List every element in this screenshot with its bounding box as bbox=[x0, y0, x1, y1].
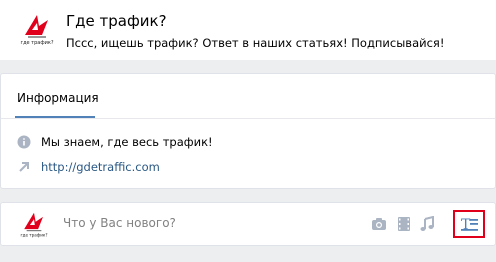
group-header: где трафик? Где трафик? Пссс, ищешь траф… bbox=[0, 0, 496, 60]
tab-information[interactable]: Информация bbox=[17, 91, 99, 105]
post-input[interactable]: Что у Вас нового? bbox=[63, 216, 176, 230]
tab-active-indicator bbox=[15, 116, 95, 118]
camera-icon[interactable] bbox=[371, 216, 387, 232]
article-icon: T bbox=[455, 217, 483, 239]
group-logo[interactable]: где трафик? bbox=[15, 8, 59, 52]
article-button[interactable]: T bbox=[453, 210, 485, 238]
group-name: Где трафик? bbox=[66, 12, 167, 30]
avatar[interactable]: где трафик? bbox=[16, 207, 52, 243]
tabs-bar: Информация bbox=[1, 74, 495, 119]
info-icon bbox=[17, 135, 31, 149]
video-icon[interactable] bbox=[396, 216, 412, 232]
group-status: Пссс, ищешь трафик? Ответ в наших статья… bbox=[66, 36, 445, 50]
svg-text:где трафик?: где трафик? bbox=[21, 232, 48, 237]
music-icon[interactable] bbox=[419, 215, 435, 232]
info-card: Информация Мы знаем, где весь трафик! ht… bbox=[0, 73, 496, 189]
svg-text:где трафик?: где трафик? bbox=[20, 40, 53, 46]
website-link[interactable]: http://gdetraffic.com bbox=[41, 160, 160, 174]
post-composer: где трафик? Что у Вас нового? T bbox=[0, 202, 496, 246]
description-text: Мы знаем, где весь трафик! bbox=[41, 135, 213, 149]
link-arrow-icon bbox=[17, 160, 31, 174]
